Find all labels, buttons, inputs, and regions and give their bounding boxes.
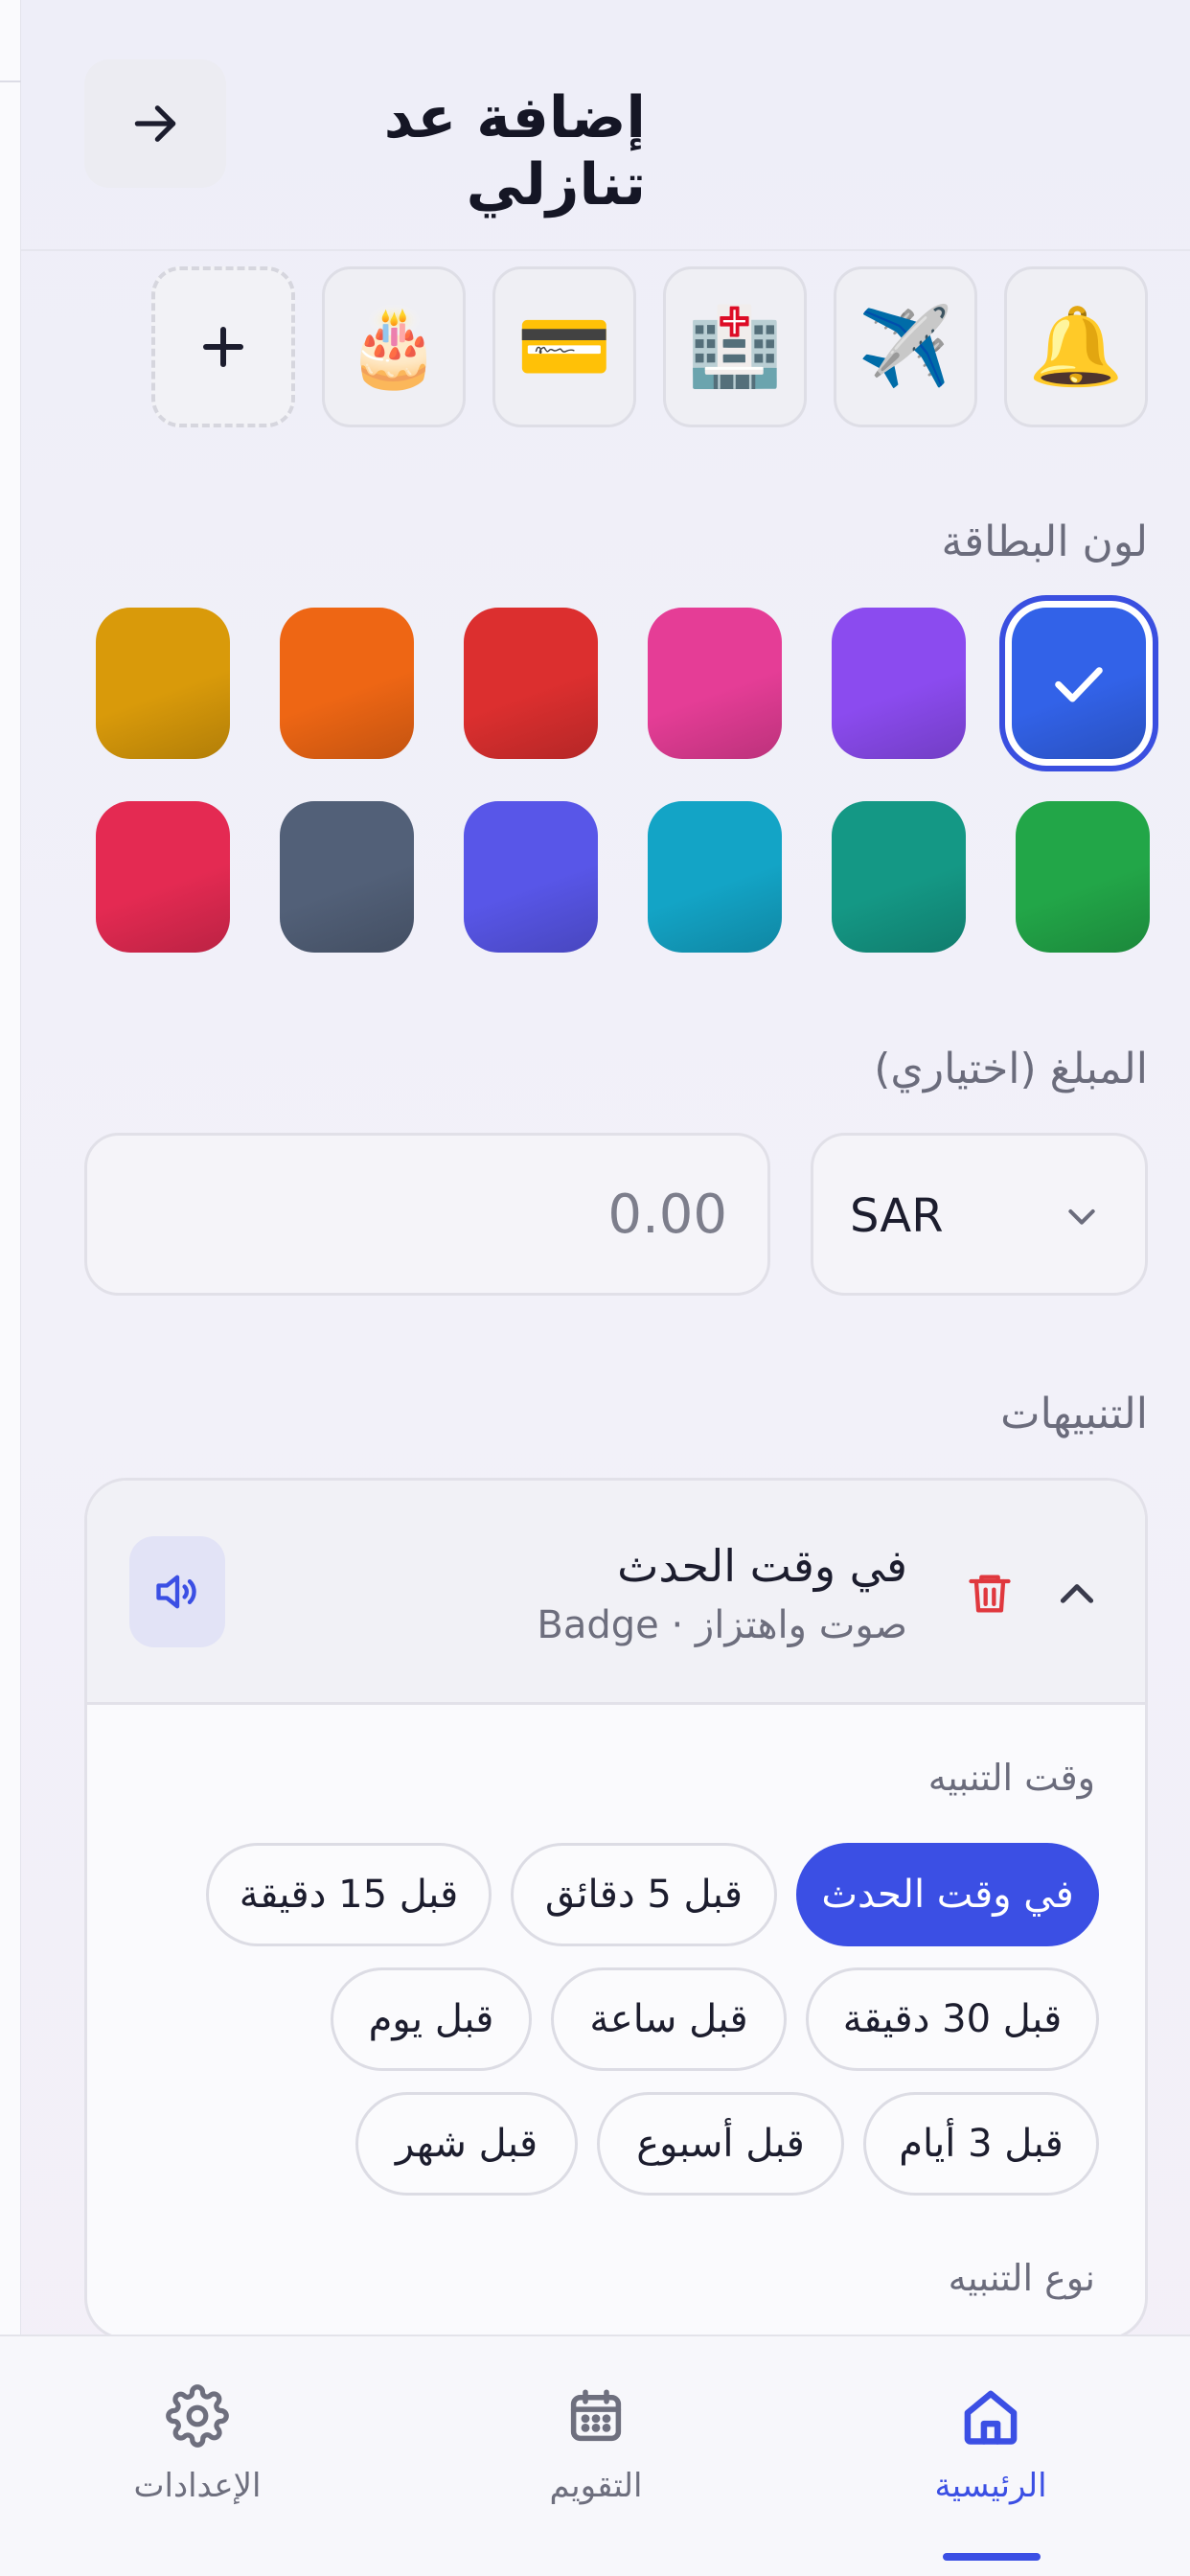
credit-card-icon: 💳: [516, 302, 612, 391]
color-swatch-amber[interactable]: [96, 608, 230, 759]
trash-icon[interactable]: [965, 1567, 1015, 1621]
amount-input[interactable]: [84, 1133, 770, 1296]
alert-time-label: وقت التنبيه: [927, 1757, 1095, 1799]
chevron-down-icon: [1068, 1209, 1095, 1225]
color-swatch-rose[interactable]: [96, 801, 230, 953]
plus-icon: [203, 327, 243, 367]
time-option-3-days[interactable]: قبل 3 أيام: [863, 2092, 1099, 2196]
alert-type-label: نوع التنبيه: [948, 2257, 1095, 2299]
color-swatch-purple[interactable]: [832, 608, 966, 759]
time-option-1-day[interactable]: قبل يوم: [331, 1967, 532, 2071]
color-swatch-pink[interactable]: [648, 608, 782, 759]
alerts-label: التنبيهات: [1000, 1390, 1148, 1438]
card-color-label: لون البطاقة: [941, 518, 1148, 566]
color-swatch-slate[interactable]: [280, 801, 414, 953]
time-option-30-min[interactable]: قبل 30 دقيقة: [806, 1967, 1099, 2071]
chevron-up-icon[interactable]: [1051, 1571, 1103, 1619]
header: إضافة عد تنازلي: [21, 0, 1190, 251]
hospital-icon: 🏥: [687, 302, 783, 391]
color-swatch-indigo[interactable]: [464, 801, 598, 953]
bell-icon: 🔔: [1028, 302, 1124, 391]
bottom-nav: الرئيسية التقويم الإعدادات: [0, 2334, 1190, 2576]
amount-label: المبلغ (اختياري): [874, 1045, 1148, 1093]
nav-item-calendar[interactable]: التقويم: [452, 2336, 740, 2576]
nav-item-settings[interactable]: الإعدادات: [54, 2336, 341, 2576]
icon-option-credit-card[interactable]: 💳: [492, 266, 636, 427]
currency-select[interactable]: SAR: [811, 1133, 1148, 1296]
nav-label-calendar: التقويم: [549, 2467, 643, 2505]
airplane-icon: ✈️: [858, 302, 953, 391]
birthday-cake-icon: 🎂: [346, 302, 442, 391]
color-swatch-orange[interactable]: [280, 608, 414, 759]
nav-item-home[interactable]: الرئيسية: [847, 2336, 1134, 2576]
sound-toggle-button[interactable]: [129, 1536, 225, 1647]
page-title: إضافة عد تنازلي: [383, 84, 646, 218]
add-icon-button[interactable]: [151, 266, 295, 427]
color-swatch-red[interactable]: [464, 608, 598, 759]
icon-option-hospital[interactable]: 🏥: [663, 266, 807, 427]
time-option-1-hour[interactable]: قبل ساعة: [551, 1967, 787, 2071]
time-option-15-min[interactable]: قبل 15 دقيقة: [206, 1843, 492, 1946]
nav-active-indicator: [943, 2553, 1041, 2561]
arrow-right-icon: [134, 105, 176, 142]
left-edge-panel: [0, 0, 21, 2338]
page: إضافة عد تنازلي 🔔 ✈️ 🏥 💳 🎂 لون البطاقة ا…: [0, 0, 1190, 2576]
home-icon: [964, 2390, 1018, 2445]
check-icon: [1055, 667, 1103, 702]
time-option-5-min[interactable]: قبل 5 دقائق: [511, 1843, 777, 1946]
calendar-icon: [570, 2389, 622, 2442]
speaker-icon: [156, 1575, 196, 1609]
icon-option-airplane[interactable]: ✈️: [834, 266, 977, 427]
icon-option-bell[interactable]: 🔔: [1004, 266, 1148, 427]
icon-option-birthday-cake[interactable]: 🎂: [322, 266, 466, 427]
color-swatch-teal[interactable]: [832, 801, 966, 953]
color-swatch-cyan[interactable]: [648, 801, 782, 953]
alert-header[interactable]: في وقت الحدث صوت واهتزاز · Badge: [87, 1481, 1145, 1705]
time-option-1-week[interactable]: قبل أسبوع: [597, 2092, 844, 2196]
back-button[interactable]: [84, 59, 226, 188]
time-option-at-event[interactable]: في وقت الحدث: [796, 1843, 1099, 1946]
gear-icon: [166, 2384, 229, 2448]
currency-value: SAR: [850, 1189, 944, 1243]
alert-card: في وقت الحدث صوت واهتزاز · Badge وقت الت…: [84, 1478, 1148, 2340]
time-option-1-month[interactable]: قبل شهر: [355, 2092, 578, 2196]
alert-subtitle: صوت واهتزاز · Badge: [537, 1603, 907, 1647]
alert-title: في وقت الحدث: [617, 1540, 907, 1592]
nav-label-settings: الإعدادات: [133, 2467, 262, 2505]
color-swatch-green[interactable]: [1016, 801, 1150, 953]
color-swatch-blue[interactable]: [1012, 608, 1146, 759]
nav-label-home: الرئيسية: [934, 2467, 1047, 2505]
